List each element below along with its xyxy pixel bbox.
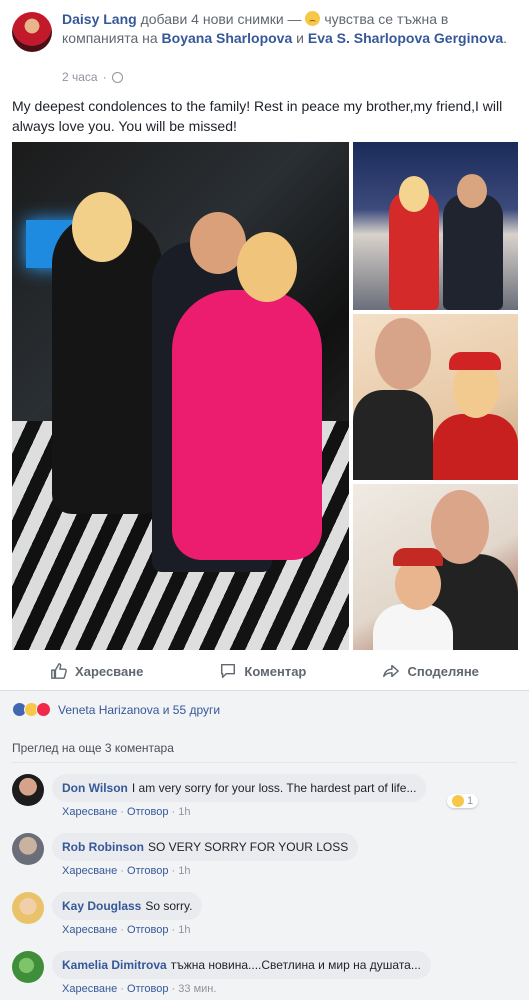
- comment-text: I am very sorry for your loss. The harde…: [131, 781, 417, 795]
- photo-2[interactable]: [353, 142, 518, 310]
- comment-actions: Харесване · Отговор · 33 мин.: [62, 983, 216, 995]
- commenter-avatar[interactable]: [12, 892, 44, 924]
- commenter-name[interactable]: Kamelia Dimitrova: [62, 958, 167, 972]
- thumbs-up-icon: [51, 663, 67, 679]
- commenter-name[interactable]: Kay Douglass: [62, 899, 141, 913]
- tagged-person-2[interactable]: Eva S. Sharlopova Gerginova: [308, 30, 503, 46]
- comment-reply-link[interactable]: Отговор: [127, 983, 168, 995]
- comment-text: So sorry.: [145, 899, 193, 913]
- separator: ·: [120, 983, 124, 995]
- commenter-avatar[interactable]: [12, 951, 44, 983]
- comment-bubble: Kamelia Dimitrova тъжна новина....Светлин…: [52, 951, 431, 979]
- comment-bubble: Don Wilson I am very sorry for your loss.…: [52, 774, 427, 802]
- photo-grid: [12, 142, 518, 650]
- photo-4[interactable]: [353, 484, 518, 650]
- view-more-comments[interactable]: Преглед на още 3 коментара: [12, 741, 174, 755]
- comment-time[interactable]: 33 мин.: [178, 983, 216, 995]
- share-button[interactable]: Споделяне: [382, 662, 479, 680]
- comment-text: SO VERY SORRY FOR YOUR LOSS: [147, 840, 349, 854]
- comment-like-link[interactable]: Харесване: [62, 806, 117, 818]
- meta-separator: ·: [102, 70, 107, 84]
- comment-like-link[interactable]: Харесване: [62, 983, 117, 995]
- comment-reaction-count: 1: [467, 795, 474, 807]
- comment-reactions[interactable]: 1: [447, 794, 479, 808]
- comment-actions: Харесване · Отговор · 1h: [62, 806, 191, 818]
- comment-time[interactable]: 1h: [178, 924, 190, 936]
- commenter-name[interactable]: Rob Robinson: [62, 840, 144, 854]
- tagged-person-1[interactable]: Boyana Sharlopova: [162, 30, 293, 46]
- comment-text: тъжна новина....Светлина и мир на душата…: [170, 958, 421, 972]
- separator: ·: [120, 806, 124, 818]
- globe-icon[interactable]: [111, 71, 123, 83]
- post-meta: 2 часа ·: [62, 70, 123, 84]
- period-text: .: [503, 30, 508, 46]
- comment-reply-link[interactable]: Отговор: [127, 865, 168, 877]
- photo-3[interactable]: [353, 314, 518, 480]
- separator: ·: [171, 865, 176, 877]
- post-header-text: Daisy Lang добави 4 нови снимки — чувств…: [62, 10, 517, 48]
- comment-icon: [221, 663, 236, 679]
- comments-divider: [12, 762, 517, 763]
- comment-bubble: Rob Robinson SO VERY SORRY FOR YOUR LOSS: [52, 833, 359, 861]
- comment-like-link[interactable]: Харесване: [62, 924, 117, 936]
- author-avatar[interactable]: [12, 12, 52, 52]
- comment-reply-link[interactable]: Отговор: [127, 924, 168, 936]
- love-reaction-icon: [36, 702, 51, 717]
- comment-actions: Харесване · Отговор · 1h: [62, 924, 191, 936]
- like-button[interactable]: Харесване: [50, 662, 143, 680]
- comment-bubble: Kay Douglass So sorry.: [52, 892, 203, 920]
- post-actions: Харесване Коментар Споделяне: [12, 652, 517, 690]
- like-label: Харесване: [75, 663, 144, 679]
- comment-label: Коментар: [244, 663, 307, 679]
- reactions-text[interactable]: Veneta Harizanova и 55 други: [58, 703, 220, 717]
- commenter-avatar[interactable]: [12, 833, 44, 865]
- post-action-text: добави 4 нови снимки —: [140, 11, 302, 27]
- author-name[interactable]: Daisy Lang: [62, 11, 137, 27]
- comment-button[interactable]: Коментар: [219, 662, 306, 680]
- comment-like-link[interactable]: Харесване: [62, 865, 117, 877]
- sad-reaction-icon: [452, 795, 464, 807]
- comment-actions: Харесване · Отговор · 1h: [62, 865, 191, 877]
- comment-time[interactable]: 1h: [178, 806, 190, 818]
- commenter-avatar[interactable]: [12, 774, 44, 806]
- facebook-post: Daisy Lang добави 4 нови снимки — чувств…: [0, 0, 529, 1000]
- separator: ·: [171, 806, 176, 818]
- separator: ·: [171, 983, 176, 995]
- photo-main[interactable]: [12, 142, 349, 650]
- sad-feeling-icon: [305, 11, 321, 26]
- comment-reply-link[interactable]: Отговор: [127, 806, 168, 818]
- share-icon: [383, 664, 400, 678]
- and-text: и: [296, 30, 304, 46]
- commenter-name[interactable]: Don Wilson: [62, 781, 128, 795]
- comment-time[interactable]: 1h: [178, 865, 190, 877]
- separator: ·: [120, 924, 124, 936]
- separator: ·: [171, 924, 176, 936]
- post-time[interactable]: 2 часа: [62, 70, 98, 84]
- share-label: Споделяне: [407, 663, 479, 679]
- post-text: My deepest condolences to the family! Re…: [12, 98, 503, 134]
- post-header: Daisy Lang добави 4 нови снимки — чувств…: [12, 10, 517, 84]
- separator: ·: [120, 865, 124, 877]
- reactions-summary[interactable]: Veneta Harizanova и 55 други: [12, 702, 220, 717]
